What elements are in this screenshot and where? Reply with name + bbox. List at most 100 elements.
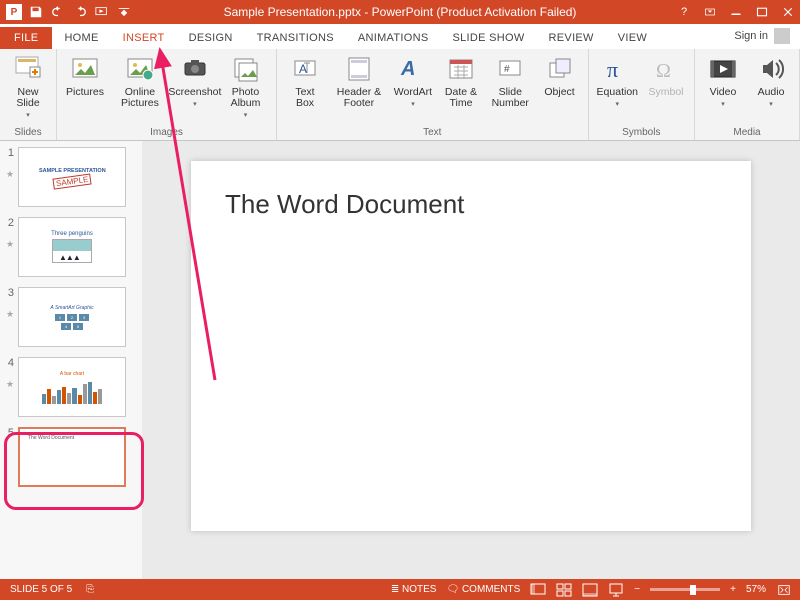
- sign-in[interactable]: Sign in: [734, 28, 790, 44]
- spellcheck-icon[interactable]: ⎘: [86, 584, 94, 595]
- tab-slideshow[interactable]: SLIDE SHOW: [440, 28, 536, 49]
- object-label: Object: [544, 87, 574, 98]
- thumbnail-preview: SAMPLE PRESENTATION SAMPLE: [18, 147, 126, 207]
- equation-icon: π: [601, 53, 633, 85]
- online-pictures-icon: [124, 53, 156, 85]
- quick-access-toolbar: P: [0, 4, 138, 20]
- tab-transitions[interactable]: TRANSITIONS: [245, 28, 346, 49]
- new-slide-icon: [12, 53, 44, 85]
- thumbnail-preview: Three penguins: [18, 217, 126, 277]
- svg-text:Ω: Ω: [656, 60, 671, 82]
- svg-text:#: #: [504, 64, 510, 75]
- screenshot-label: Screenshot: [168, 87, 221, 98]
- slideshow-view-icon[interactable]: [608, 583, 624, 597]
- ribbon-display-options-icon[interactable]: [702, 4, 718, 20]
- sign-in-label: Sign in: [734, 30, 768, 42]
- slide-thumbnail[interactable]: 3 ★ A SmartArt Graphic 123 45: [4, 287, 138, 347]
- thumbnail-preview: A SmartArt Graphic 123 45: [18, 287, 126, 347]
- object-button[interactable]: Object: [538, 51, 582, 127]
- title-bar: P Sample Presentation.pptx - PowerPoint …: [0, 0, 800, 24]
- chevron-down-icon: ▾: [616, 100, 620, 108]
- object-icon: [544, 53, 576, 85]
- redo-icon[interactable]: [72, 4, 88, 20]
- normal-view-icon[interactable]: [530, 583, 546, 597]
- slide-thumbnail[interactable]: 4 ★ A bar chart: [4, 357, 138, 417]
- video-button[interactable]: Video ▾: [701, 51, 745, 127]
- customize-qat-icon[interactable]: [116, 4, 132, 20]
- status-bar: SLIDE 5 OF 5 ⎘ ≣ NOTES 🗨 COMMENTS − + 57…: [0, 579, 800, 600]
- date-time-button[interactable]: Date & Time: [439, 51, 483, 127]
- tab-file[interactable]: FILE: [0, 27, 52, 49]
- screenshot-button[interactable]: Screenshot ▾: [173, 51, 217, 127]
- tab-design[interactable]: DESIGN: [177, 28, 245, 49]
- svg-text:π: π: [607, 57, 618, 82]
- equation-button[interactable]: π Equation ▾: [595, 51, 640, 127]
- new-slide-label: New Slide: [8, 87, 48, 109]
- tab-view[interactable]: VIEW: [606, 28, 659, 49]
- zoom-out-button[interactable]: −: [634, 584, 640, 595]
- slide-number-button[interactable]: # Slide Number: [487, 51, 534, 127]
- comments-button[interactable]: 🗨 COMMENTS: [446, 584, 520, 595]
- start-from-beginning-icon[interactable]: [94, 4, 110, 20]
- help-icon[interactable]: ?: [676, 4, 692, 20]
- undo-icon[interactable]: [50, 4, 66, 20]
- photo-album-button[interactable]: Photo Album ▾: [221, 51, 270, 127]
- thumbnail-preview: A bar chart: [18, 357, 126, 417]
- animation-indicator-icon: ★: [6, 381, 14, 387]
- slide-editor[interactable]: The Word Document: [142, 141, 800, 579]
- animation-indicator-icon: ★: [6, 311, 14, 317]
- slide-canvas[interactable]: The Word Document: [191, 161, 751, 531]
- ribbon: New Slide ▾ Slides Pictures Online Pictu…: [0, 49, 800, 141]
- online-pictures-button[interactable]: Online Pictures: [111, 51, 169, 127]
- video-icon: [707, 53, 739, 85]
- maximize-icon[interactable]: [754, 4, 770, 20]
- tab-insert[interactable]: INSERT: [111, 28, 177, 49]
- fit-to-window-icon[interactable]: [776, 583, 792, 597]
- chevron-down-icon: ▾: [411, 100, 415, 108]
- audio-icon: [755, 53, 787, 85]
- slide-thumbnail[interactable]: 1 ★ SAMPLE PRESENTATION SAMPLE: [4, 147, 138, 207]
- svg-text:A: A: [400, 58, 415, 80]
- slide-number: 2: [4, 217, 14, 229]
- pictures-button[interactable]: Pictures: [63, 51, 107, 127]
- header-footer-label: Header & Footer: [333, 87, 385, 109]
- text-box-button[interactable]: A Text Box: [283, 51, 327, 127]
- tab-animations[interactable]: ANIMATIONS: [346, 28, 441, 49]
- slide-thumbnail-panel[interactable]: 1 ★ SAMPLE PRESENTATION SAMPLE 2 ★ Three…: [0, 141, 142, 579]
- notes-button[interactable]: ≣ NOTES: [391, 584, 437, 595]
- new-slide-button[interactable]: New Slide ▾: [6, 51, 50, 127]
- minimize-icon[interactable]: [728, 4, 744, 20]
- save-icon[interactable]: [28, 4, 44, 20]
- reading-view-icon[interactable]: [582, 583, 598, 597]
- work-area: 1 ★ SAMPLE PRESENTATION SAMPLE 2 ★ Three…: [0, 141, 800, 579]
- slide-title[interactable]: The Word Document: [225, 189, 717, 220]
- screenshot-icon: [179, 53, 211, 85]
- tab-home[interactable]: HOME: [52, 28, 110, 49]
- chevron-down-icon: ▾: [26, 111, 30, 119]
- wordart-button[interactable]: A WordArt ▾: [391, 51, 435, 127]
- pictures-label: Pictures: [66, 87, 104, 98]
- slide-thumbnail[interactable]: 5 The Word Document: [4, 427, 138, 487]
- slide-counter: SLIDE 5 OF 5: [10, 584, 72, 595]
- slide-number: 3: [4, 287, 14, 299]
- audio-button[interactable]: Audio ▾: [749, 51, 793, 127]
- symbol-button: Ω Symbol: [644, 51, 688, 127]
- text-box-label: Text Box: [285, 87, 325, 109]
- header-footer-button[interactable]: Header & Footer: [331, 51, 387, 127]
- animation-indicator-icon: ★: [6, 241, 14, 247]
- tab-review[interactable]: REVIEW: [537, 28, 606, 49]
- avatar-placeholder-icon: [774, 28, 790, 44]
- zoom-level[interactable]: 57%: [746, 584, 766, 595]
- close-icon[interactable]: [780, 4, 796, 20]
- wordart-label: WordArt: [394, 87, 432, 98]
- chevron-down-icon: ▾: [769, 100, 773, 108]
- slide-number: 1: [4, 147, 14, 159]
- symbol-label: Symbol: [648, 87, 683, 98]
- slide-thumbnail[interactable]: 2 ★ Three penguins: [4, 217, 138, 277]
- online-pictures-label: Online Pictures: [113, 87, 167, 109]
- date-time-label: Date & Time: [441, 87, 481, 109]
- zoom-slider[interactable]: [650, 588, 720, 591]
- slide-sorter-view-icon[interactable]: [556, 583, 572, 597]
- wordart-icon: A: [397, 53, 429, 85]
- zoom-in-button[interactable]: +: [730, 584, 736, 595]
